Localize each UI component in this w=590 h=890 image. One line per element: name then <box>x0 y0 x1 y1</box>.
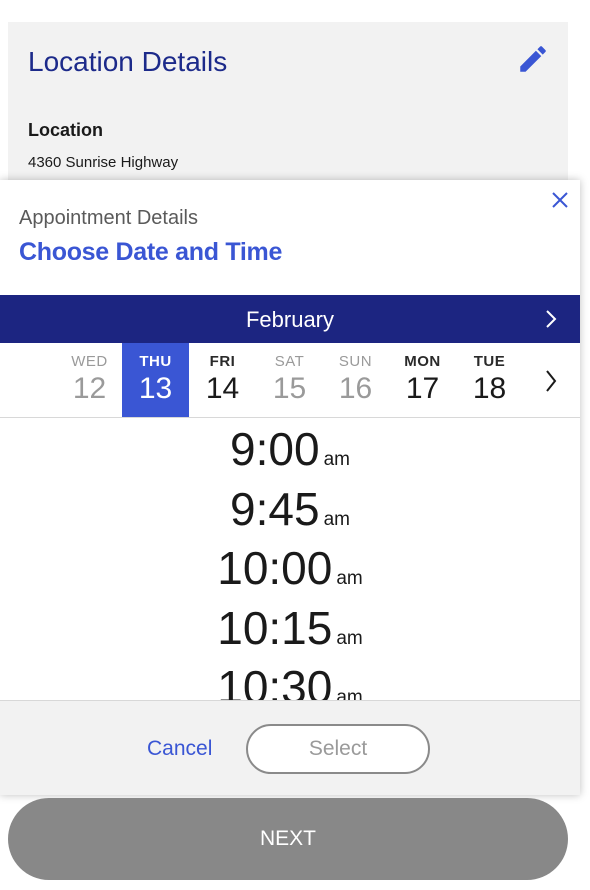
time-slot[interactable]: 10:15 am <box>0 601 580 655</box>
day-of-week: SUN <box>338 353 373 370</box>
day-number: 17 <box>405 372 440 405</box>
day-mon-17[interactable]: MON 17 <box>389 343 456 417</box>
day-number: 16 <box>338 372 373 405</box>
date-time-picker-modal: Appointment Details Choose Date and Time… <box>0 180 580 795</box>
day-of-week: THU <box>139 353 172 370</box>
day-number: 14 <box>205 372 240 405</box>
day-wed-12[interactable]: WED 12 <box>56 343 123 417</box>
time-value: 9:00 <box>230 423 320 475</box>
day-sun-16[interactable]: SUN 16 <box>322 343 389 417</box>
day-thu-13[interactable]: THU 13 <box>122 343 189 417</box>
day-number: 15 <box>272 372 307 405</box>
time-ampm: am <box>323 509 350 530</box>
day-number: 12 <box>72 372 107 405</box>
day-tue-18[interactable]: TUE 18 <box>456 343 523 417</box>
day-selector: WED 12 THU 13 FRI 14 SAT 15 SUN 16 MON 1… <box>0 343 580 418</box>
day-sat-15[interactable]: SAT 15 <box>256 343 323 417</box>
chevron-right-icon[interactable] <box>538 307 562 331</box>
time-ampm: am <box>336 568 363 589</box>
choose-date-time-title: Choose Date and Time <box>19 238 283 266</box>
month-label: February <box>245 307 335 332</box>
time-slot[interactable]: 9:45 am <box>0 482 580 536</box>
time-slot[interactable]: 10:00 am <box>0 541 580 595</box>
day-of-week: SAT <box>274 353 305 370</box>
day-fri-14[interactable]: FRI 14 <box>189 343 256 417</box>
day-of-week: WED <box>71 353 108 370</box>
time-value: 9:45 <box>230 483 320 535</box>
select-button[interactable]: Select <box>246 724 430 774</box>
location-details-title: Location Details <box>28 46 228 77</box>
month-bar: February <box>0 295 580 343</box>
time-slot[interactable]: 10:30 am <box>0 660 580 700</box>
time-value: 10:15 <box>217 602 333 654</box>
location-label: Location <box>28 120 103 140</box>
time-ampm: am <box>323 449 350 470</box>
time-ampm: am <box>336 687 363 700</box>
appointment-details-label: Appointment Details <box>19 207 198 229</box>
pencil-icon[interactable] <box>516 42 550 76</box>
day-of-week: FRI <box>209 353 236 370</box>
chevron-right-icon[interactable] <box>539 367 563 395</box>
time-value: 10:00 <box>217 542 333 594</box>
day-of-week: MON <box>404 353 441 370</box>
day-number: 18 <box>472 372 507 405</box>
modal-footer: Cancel Select <box>0 700 580 795</box>
time-slot-list[interactable]: 9:00 am 9:45 am 10:00 am 10:15 am 10:30 am <box>0 418 580 700</box>
time-slot[interactable]: 9:00 am <box>0 422 580 476</box>
time-value: 10:30 <box>217 661 333 700</box>
day-number: 13 <box>138 372 173 405</box>
location-address: 4360 Sunrise Highway <box>28 154 179 171</box>
cancel-button[interactable]: Cancel <box>147 737 212 761</box>
time-ampm: am <box>336 628 363 649</box>
close-icon[interactable] <box>548 188 572 212</box>
next-button[interactable]: NEXT <box>8 798 568 880</box>
day-of-week: TUE <box>473 353 506 370</box>
